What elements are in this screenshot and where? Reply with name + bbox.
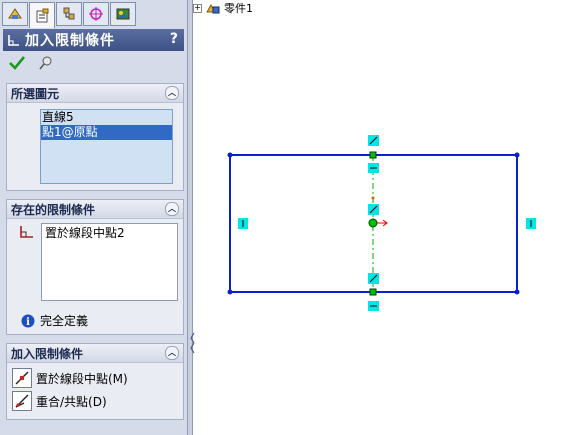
horizontal-relation-icon[interactable] — [368, 163, 379, 173]
status-row: i 完全定義 — [21, 312, 88, 329]
info-icon: i — [21, 314, 35, 328]
display-manager-tab[interactable] — [110, 2, 136, 26]
property-manager-icon — [36, 8, 49, 22]
relation-icon — [8, 35, 19, 46]
help-button[interactable]: ? — [170, 31, 178, 47]
configuration-manager-icon — [63, 7, 75, 20]
panel-title: 加入限制條件 — [25, 33, 115, 49]
configuration-manager-tab[interactable] — [56, 2, 82, 26]
origin-arrow-icon — [377, 219, 388, 227]
selected-entities-title: 所選圖元 — [11, 86, 60, 101]
existing-relations-group: 存在的限制條件 ︿ 置於線段中點2 i 完全定義 — [6, 199, 184, 335]
status-text: 完全定義 — [40, 314, 89, 328]
panel-title-bar: 加入限制條件 ? — [3, 29, 184, 51]
add-relations-header[interactable]: 加入限制條件 ︿ — [7, 344, 183, 363]
bottom-midpoint-marker[interactable] — [369, 288, 377, 296]
vertical-relation-icon[interactable] — [526, 218, 536, 229]
midpoint-relation-icon[interactable] — [368, 273, 379, 284]
manager-tabs — [2, 2, 136, 28]
existing-relations-list[interactable]: 置於線段中點2 — [41, 223, 178, 301]
midpoint-relation-icon[interactable] — [368, 204, 379, 215]
relation-type-icon — [20, 226, 33, 238]
feature-manager-icon — [8, 8, 22, 19]
collapse-chevron-icon[interactable]: ︿ — [165, 202, 179, 216]
add-relations-title: 加入限制條件 — [11, 346, 84, 361]
vertical-relation-icon[interactable] — [238, 218, 248, 229]
selected-entities-header[interactable]: 所選圖元 ︿ — [7, 84, 183, 103]
ok-check-icon[interactable] — [8, 55, 26, 71]
sketch-canvas[interactable] — [193, 0, 565, 435]
existing-relations-title: 存在的限制條件 — [11, 202, 96, 217]
origin-point[interactable] — [368, 218, 378, 228]
property-manager-panel: 加入限制條件 ? 所選圖元 ︿ 直線5 點1@原點 存在的限制條件 ︿ 置於線段… — [0, 0, 188, 435]
sketch-endpoint[interactable] — [514, 289, 520, 295]
existing-relations-header[interactable]: 存在的限制條件 ︿ — [7, 200, 183, 219]
collapse-chevron-icon[interactable]: ︿ — [165, 346, 179, 360]
add-coincident-label: 重合/共點(D) — [36, 394, 107, 409]
add-midpoint-label: 置於線段中點(M) — [36, 371, 128, 386]
coincident-icon[interactable] — [12, 391, 32, 411]
property-manager-tab[interactable] — [29, 2, 55, 28]
add-midpoint-button[interactable]: 置於線段中點(M) — [12, 368, 128, 388]
dimxpert-tab[interactable] — [83, 2, 109, 26]
midpoint-relation-icon[interactable] — [368, 135, 379, 146]
collapse-chevron-icon[interactable]: ︿ — [165, 86, 179, 100]
list-item[interactable]: 置於線段中點2 — [42, 226, 177, 241]
sketch-endpoint[interactable] — [227, 152, 233, 158]
pushpin-icon[interactable] — [38, 55, 54, 71]
top-midpoint-marker[interactable] — [369, 151, 377, 159]
add-relations-group: 加入限制條件 ︿ 置於線段中點(M) 重合/共點(D) — [6, 343, 184, 420]
ok-row — [8, 55, 54, 71]
horizontal-relation-icon[interactable] — [368, 301, 379, 311]
add-coincident-button[interactable]: 重合/共點(D) — [12, 391, 107, 411]
list-item-selected[interactable]: 點1@原點 — [41, 125, 172, 140]
feature-manager-tab[interactable] — [2, 2, 28, 26]
dimxpert-icon — [89, 7, 103, 21]
selected-entities-list[interactable]: 直線5 點1@原點 — [40, 109, 173, 184]
display-manager-icon — [116, 8, 130, 20]
selected-entities-group: 所選圖元 ︿ 直線5 點1@原點 — [6, 83, 184, 191]
sketch-endpoint[interactable] — [514, 152, 520, 158]
svg-text:i: i — [26, 317, 30, 328]
midpoint-icon[interactable] — [12, 368, 32, 388]
sketch-endpoint[interactable] — [227, 289, 233, 295]
list-item[interactable]: 直線5 — [41, 110, 172, 125]
